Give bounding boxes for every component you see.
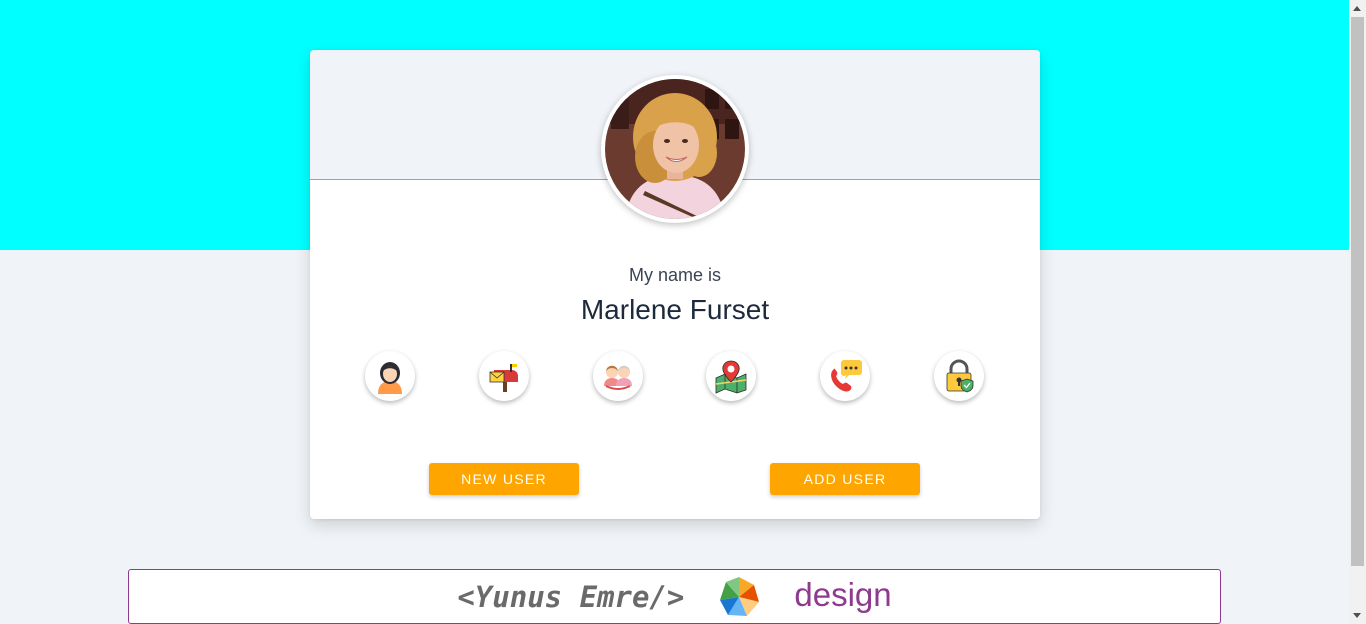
padlock-icon-button[interactable]: [934, 351, 984, 401]
map-pin-icon: [715, 360, 747, 394]
phone-icon-button[interactable]: [820, 351, 870, 401]
new-user-button[interactable]: NEW USER: [429, 463, 579, 495]
user-avatar: [601, 75, 749, 223]
vertical-scrollbar[interactable]: [1349, 0, 1366, 624]
family-icon: [604, 365, 632, 390]
user-name: Marlene Furset: [580, 294, 770, 325]
brand-word-text: design: [794, 575, 892, 613]
family-icon-button[interactable]: [593, 351, 643, 401]
pinwheel-logo-icon: [720, 576, 760, 616]
user-icon-button[interactable]: [365, 351, 415, 401]
user-card: My name is Marlene Furset NEW USER ADD U…: [310, 50, 1040, 519]
scrollbar-thumb[interactable]: [1351, 17, 1364, 566]
phone-icon: [831, 360, 862, 392]
footer-brand: <Yunus Emre/> design: [128, 569, 1221, 624]
mailbox-icon: [489, 364, 518, 392]
user-icon: [378, 362, 402, 394]
scroll-down-arrow-icon[interactable]: [1353, 613, 1361, 618]
title-label: My name is: [628, 265, 722, 285]
avatar-photo: [605, 79, 745, 219]
scroll-up-arrow-icon[interactable]: [1353, 6, 1361, 11]
mailbox-icon-button[interactable]: [479, 351, 529, 401]
brand-code-text: <Yunus Emre/>: [457, 579, 685, 614]
add-user-button[interactable]: ADD USER: [770, 463, 920, 495]
padlock-icon: [946, 359, 974, 393]
pinwheel-logo: [718, 576, 760, 618]
map-pin-icon-button[interactable]: [706, 351, 756, 401]
info-icon-row: [310, 351, 1040, 401]
